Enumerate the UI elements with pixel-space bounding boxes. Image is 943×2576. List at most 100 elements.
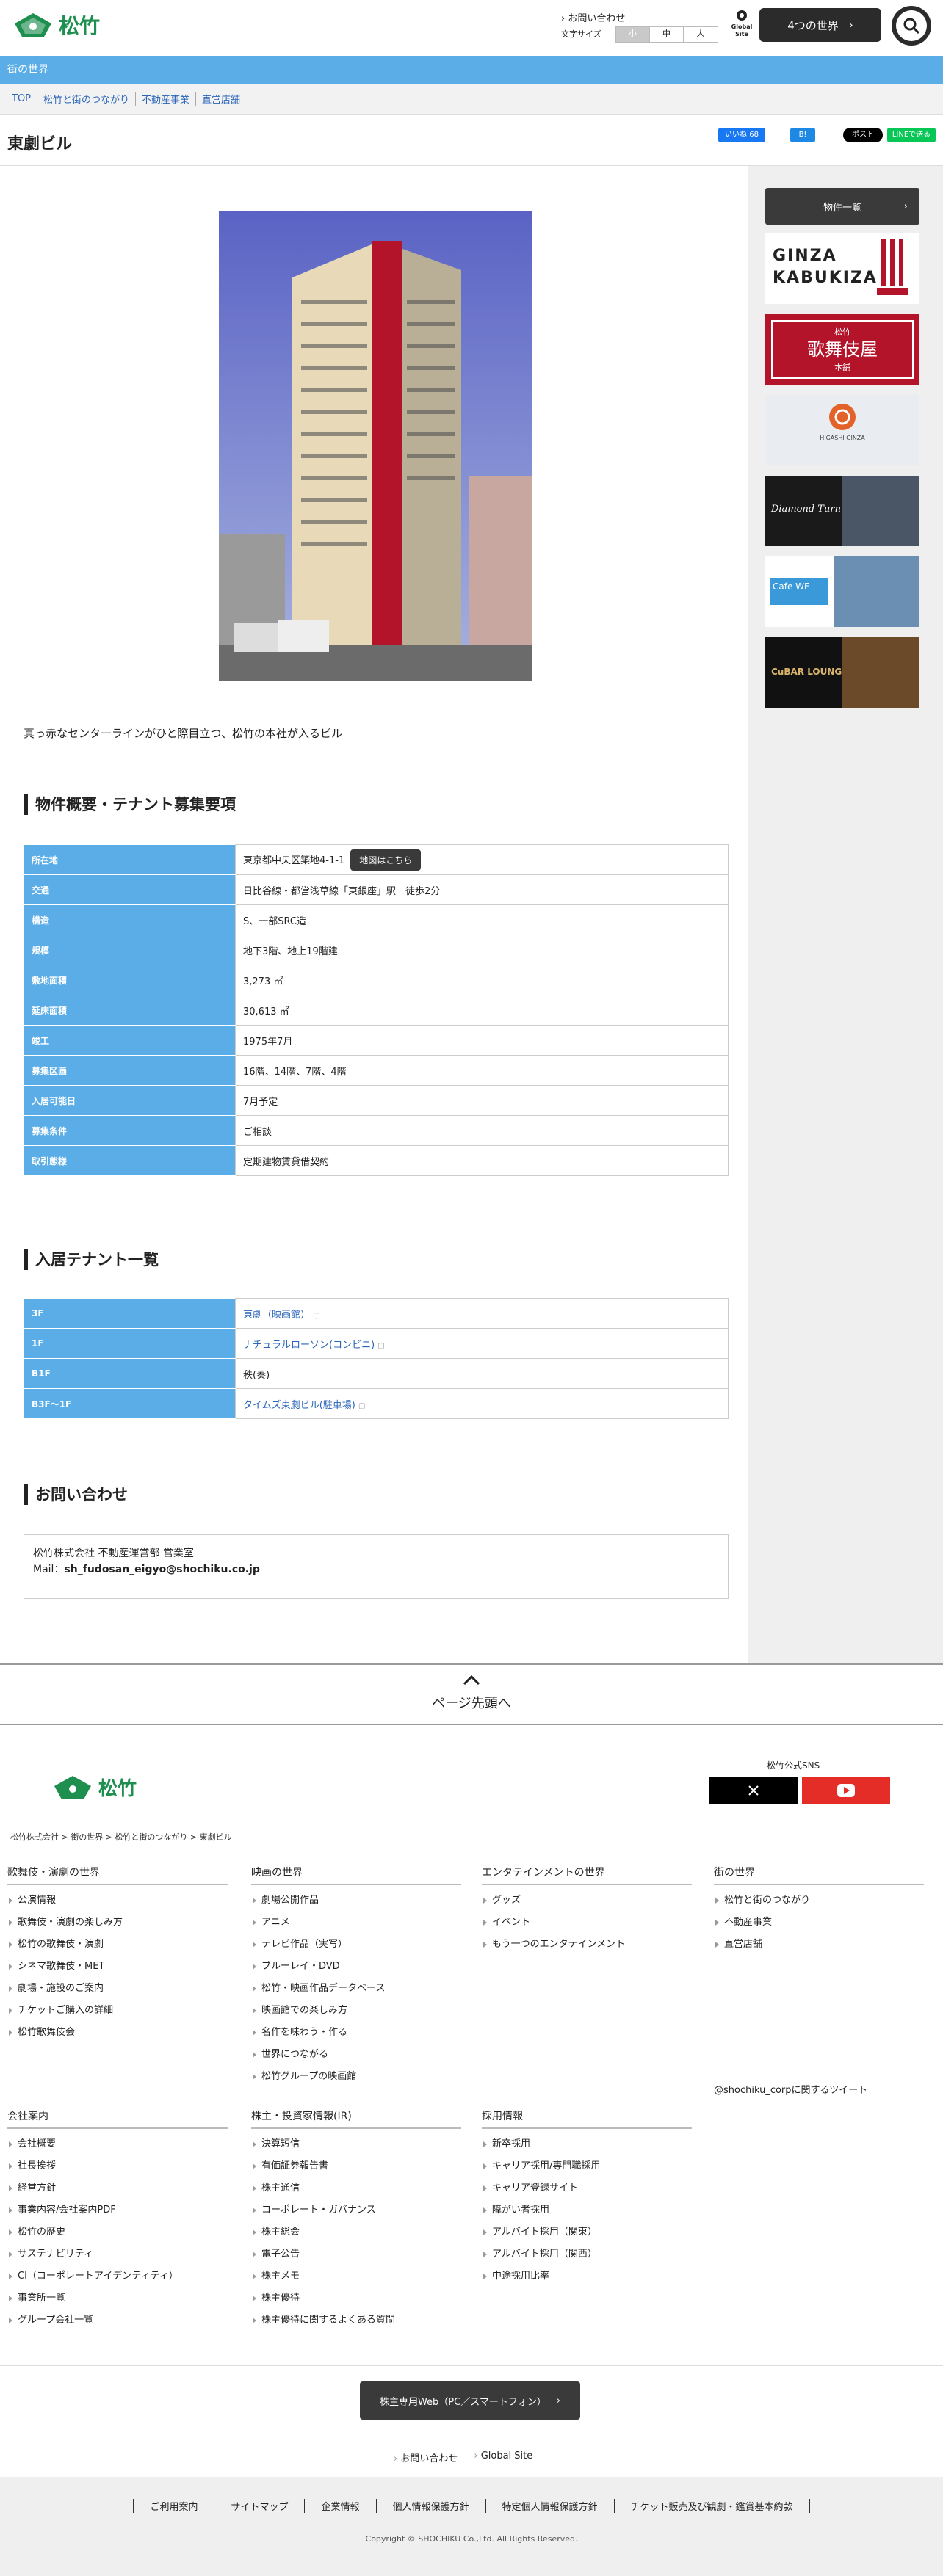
footer-link[interactable]: 松竹グループの映画館 (251, 2066, 461, 2088)
footer-link[interactable]: 松竹と街のつながり (714, 1890, 924, 1912)
facebook-like-button[interactable]: いいね 68 (718, 128, 765, 142)
footer-link[interactable]: 公演情報 (7, 1890, 228, 1912)
footer-link[interactable]: 有価証券報告書 (251, 2155, 461, 2177)
footer-link[interactable]: 株主優待に関するよくある質問 (251, 2310, 461, 2332)
footer-link[interactable]: 株主優待 (251, 2287, 461, 2310)
footer-link[interactable]: 歌舞伎・演劇の楽しみ方 (7, 1912, 228, 1934)
page-top-button[interactable]: ページ先頭へ (0, 1663, 943, 1725)
property-list-button[interactable]: 物件一覧 › (765, 188, 919, 225)
footer-link[interactable]: アニメ (251, 1912, 461, 1934)
footer-link[interactable]: 会社概要 (7, 2133, 228, 2155)
footer-link[interactable]: 事業所一覧 (7, 2287, 228, 2310)
banner-higashi-ginza[interactable]: HIGASHI GINZA (765, 395, 919, 465)
footer-link[interactable]: 社長挨拶 (7, 2155, 228, 2177)
footer-link-specific-privacy[interactable]: 特定個人情報保護方針 (485, 2499, 614, 2513)
banner-kabukiya-honpo[interactable]: 松竹 歌舞伎屋 本舗 (765, 314, 919, 385)
twitter-timeline-link[interactable]: @shochiku_corpに関するツイート (714, 2082, 867, 2096)
footer-link[interactable]: 電子公告 (251, 2243, 461, 2265)
table-row: 取引態様 定期建物賃貸借契約 (24, 1145, 729, 1176)
four-worlds-button[interactable]: 4つの世界 › (759, 8, 881, 42)
footer-link[interactable]: 松竹・映画作品データベース (251, 1978, 461, 2000)
footer-link[interactable]: キャリア採用/専門職採用 (482, 2155, 692, 2177)
footer-link-corporate[interactable]: 企業情報 (304, 2499, 375, 2513)
shochiku-logo[interactable]: 松竹 (13, 10, 100, 40)
footer-link[interactable]: シネマ歌舞伎・MET (7, 1956, 228, 1978)
twitter-post-button[interactable]: ポスト (843, 128, 883, 142)
tenant-name: 秩(奏) (235, 1358, 729, 1389)
footer-link[interactable]: グッズ (482, 1890, 692, 1912)
footer-link-privacy[interactable]: 個人情報保護方針 (375, 2499, 485, 2513)
footer-link[interactable]: 劇場・施設のご案内 (7, 1978, 228, 2000)
breadcrumb-realestate[interactable]: 不動産事業 (136, 92, 197, 106)
footer-link[interactable]: 中途採用比率 (482, 2265, 692, 2287)
footer-link[interactable]: チケットご購入の詳細 (7, 2000, 228, 2022)
banner-ginza-text: GINZA (773, 247, 837, 265)
footer-contact-link[interactable]: お問い合わせ (394, 2450, 458, 2464)
footer-link[interactable]: 松竹の歴史 (7, 2221, 228, 2243)
footer-link[interactable]: 経営方針 (7, 2177, 228, 2199)
global-site-link[interactable]: Global Site (727, 9, 756, 38)
footer-link[interactable]: グループ会社一覧 (7, 2310, 228, 2332)
footer-link[interactable]: もう一つのエンタテインメント (482, 1934, 692, 1956)
footer-link[interactable]: アルバイト採用（関西） (482, 2243, 692, 2265)
footer-link[interactable]: テレビ作品（実写） (251, 1934, 461, 1956)
tenant-link[interactable]: 東劇（映画館） (243, 1310, 310, 1321)
pine-logo-icon (15, 13, 51, 37)
map-button[interactable]: 地図はこちら (350, 849, 422, 871)
footer-link[interactable]: キャリア登録サイト (482, 2177, 692, 2199)
footer-link[interactable]: ブルーレイ・DVD (251, 1956, 461, 1978)
footer-link[interactable]: 名作を味わう・作る (251, 2022, 461, 2044)
font-size-medium-button[interactable]: 中 (650, 27, 684, 42)
font-size-large-button[interactable]: 大 (684, 27, 718, 42)
footer-link[interactable]: 株主総会 (251, 2221, 461, 2243)
x-sns-button[interactable] (709, 1777, 798, 1804)
footer-link[interactable]: イベント (482, 1912, 692, 1934)
footer-link-ticket-terms[interactable]: チケット販売及び観劇・鑑賞基本約款 (613, 2499, 810, 2513)
footer-bottom-links: ご利用案内 サイトマップ 企業情報 個人情報保護方針 特定個人情報保護方針 チケ… (118, 2499, 825, 2513)
footer-link-usage[interactable]: ご利用案内 (133, 2499, 214, 2513)
footer-link[interactable]: 決算短信 (251, 2133, 461, 2155)
inquiry-dept: 松竹株式会社 不動産運営部 営業室 (33, 1548, 194, 1559)
footer-link[interactable]: CI（コーポレートアイデンティティ） (7, 2265, 228, 2287)
tenant-link[interactable]: ナチュラルローソン(コンビニ) (243, 1340, 375, 1351)
search-button[interactable] (892, 6, 931, 46)
breadcrumb-stores[interactable]: 直営店舗 (196, 92, 246, 106)
table-row: B1F 秩(奏) (24, 1358, 729, 1389)
shareholder-web-button[interactable]: 株主専用Web（PC／スマートフォン） › (360, 2381, 580, 2420)
banner-cubar-lounge[interactable]: CuBAR LOUNGE (765, 637, 919, 708)
hatena-bookmark-button[interactable]: B! (790, 128, 815, 142)
footer-link[interactable]: 事業内容/会社案内PDF (7, 2199, 228, 2221)
footer-link[interactable]: 世界につながる (251, 2044, 461, 2066)
footer-link[interactable]: 株主通信 (251, 2177, 461, 2199)
contact-link[interactable]: › お問い合わせ (561, 10, 625, 24)
footer-link[interactable]: 松竹の歌舞伎・演劇 (7, 1934, 228, 1956)
line-share-button[interactable]: LINEで送る (887, 128, 936, 142)
footer-link[interactable]: 株主メモ (251, 2265, 461, 2287)
breadcrumb-city[interactable]: 松竹と街のつながり (37, 92, 137, 106)
footer-link-sitemap[interactable]: サイトマップ (214, 2499, 304, 2513)
breadcrumb-top[interactable]: TOP (6, 93, 38, 104)
footer-global-link[interactable]: Global Site (474, 2450, 533, 2464)
footer-link[interactable]: 不動産事業 (714, 1912, 924, 1934)
youtube-sns-button[interactable] (802, 1777, 890, 1804)
footer-link[interactable]: 映画館での楽しみ方 (251, 2000, 461, 2022)
footer-link[interactable]: 障がい者採用 (482, 2199, 692, 2221)
footer-link[interactable]: サステナビリティ (7, 2243, 228, 2265)
font-size-small-button[interactable]: 小 (616, 27, 650, 42)
tenant-link[interactable]: タイムズ東劇ビル(駐車場) (243, 1400, 355, 1411)
footer-link[interactable]: 松竹歌舞伎会 (7, 2022, 228, 2044)
footer-link[interactable]: コーポレート・ガバナンス (251, 2199, 461, 2221)
banner-diamond-turn[interactable]: Diamond Turn (765, 476, 919, 546)
footer-link[interactable]: 直営店舗 (714, 1934, 924, 1956)
building-photo (219, 211, 532, 681)
banner-cubar-text: CuBAR LOUNGE (771, 667, 848, 677)
footer-link[interactable]: アルバイト採用（関東） (482, 2221, 692, 2243)
footer-link[interactable]: 新卒採用 (482, 2133, 692, 2155)
footer-link[interactable]: 劇場公開作品 (251, 1890, 461, 1912)
banner-ginza-kabukiza[interactable]: GINZA KABUKIZA (765, 233, 919, 304)
banner-cafe-we[interactable]: Cafe WE (765, 556, 919, 627)
footer-breadcrumb: 松竹株式会社 > 街の世界 > 松竹と街のつながり > 東劇ビル (10, 1832, 232, 1842)
footer-logo-text: 松竹 (98, 1778, 137, 1800)
footer-logo[interactable]: 松竹 (53, 1774, 137, 1801)
mail-address[interactable]: sh_fudosan_eigyo@shochiku.co.jp (64, 1564, 259, 1575)
